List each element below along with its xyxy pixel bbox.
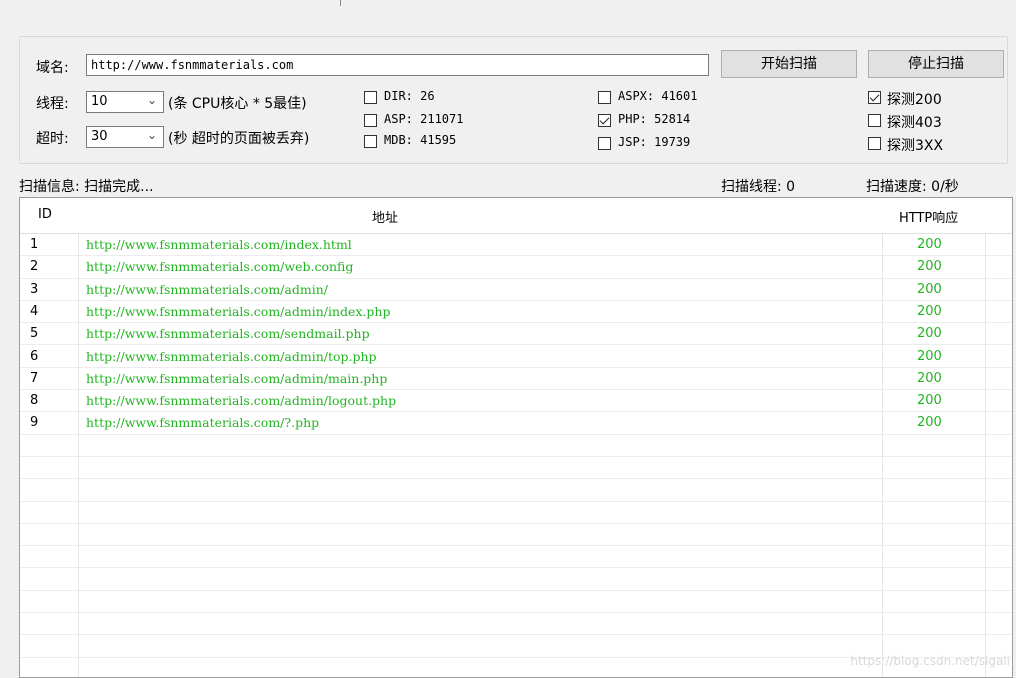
probe-200-checkbox[interactable] — [868, 91, 881, 104]
row-url: http://www.fsnmmaterials.com/?.php — [86, 415, 320, 431]
title-tick — [340, 0, 341, 6]
column-header-http[interactable]: HTTP响应 — [899, 207, 958, 226]
probe-403-checkbox[interactable] — [868, 114, 881, 127]
results-table[interactable]: ID 地址 HTTP响应 1 http://www.fsnmmaterials.c… — [19, 197, 1013, 678]
empty-row — [20, 546, 1012, 569]
column-header-url[interactable]: 地址 — [372, 207, 398, 226]
empty-row — [20, 569, 1012, 591]
row-url: http://www.fsnmmaterials.com/admin/index… — [86, 303, 391, 319]
row-http-code: 200 — [917, 348, 942, 364]
row-url: http://www.fsnmmaterials.com/admin/ — [86, 281, 328, 297]
row-url: http://www.fsnmmaterials.com/admin/main.… — [86, 370, 388, 386]
probe-3xx-label: 探测3XX — [887, 138, 944, 154]
dict-asp-checkbox[interactable] — [364, 114, 377, 127]
dict-aspx-label: ASPX: 41601 — [618, 89, 698, 103]
timeout-select[interactable]: 30 ⌄ — [86, 126, 164, 148]
table-row[interactable]: 2 http://www.fsnmmaterials.com/web.config… — [20, 256, 1012, 279]
empty-row — [20, 613, 1012, 636]
table-row[interactable]: 6 http://www.fsnmmaterials.com/admin/top.… — [20, 346, 1012, 368]
dict-aspx-checkbox[interactable] — [598, 91, 611, 104]
empty-row — [20, 502, 1012, 524]
row-id: 6 — [30, 348, 39, 364]
dict-dir-checkbox[interactable] — [364, 91, 377, 104]
threads-label: 线程: — [36, 96, 69, 112]
table-row[interactable]: 7 http://www.fsnmmaterials.com/admin/main… — [20, 368, 1012, 391]
threads-select[interactable]: 10 ⌄ — [86, 91, 164, 113]
threads-hint: (条 CPU核心 * 5最佳) — [168, 96, 307, 112]
scan-info-status: 扫描信息: 扫描完成... — [19, 179, 154, 195]
table-header: ID 地址 HTTP响应 — [20, 198, 1012, 234]
row-http-code: 200 — [917, 370, 942, 386]
row-id: 4 — [30, 303, 39, 319]
dict-php-checkbox[interactable] — [598, 114, 611, 127]
title-area — [0, 0, 1016, 10]
row-id: 8 — [30, 393, 39, 409]
probe-403-label: 探测403 — [887, 115, 942, 131]
column-header-id[interactable]: ID — [38, 207, 52, 222]
row-id: 3 — [30, 281, 39, 297]
empty-row — [20, 479, 1012, 502]
row-id: 1 — [30, 237, 39, 252]
row-http-code: 200 — [917, 415, 942, 431]
stop-scan-button[interactable]: 停止扫描 — [868, 50, 1004, 78]
dict-jsp-label: JSP: 19739 — [618, 135, 691, 149]
empty-row — [20, 435, 1012, 457]
threads-value: 10 — [91, 94, 108, 109]
dict-asp-label: ASP: 211071 — [384, 112, 464, 126]
start-scan-button[interactable]: 开始扫描 — [721, 50, 857, 78]
row-url: http://www.fsnmmaterials.com/admin/logou… — [86, 393, 397, 409]
dict-php-label: PHP: 52814 — [618, 112, 691, 126]
row-http-code: 200 — [917, 393, 942, 409]
timeout-label: 超时: — [36, 131, 69, 147]
row-http-code: 200 — [917, 303, 942, 319]
row-url: http://www.fsnmmaterials.com/web.config — [86, 259, 354, 275]
row-id: 7 — [30, 370, 39, 386]
timeout-hint: (秒 超时的页面被丢弃) — [168, 131, 310, 147]
table-row[interactable]: 8 http://www.fsnmmaterials.com/admin/logo… — [20, 390, 1012, 413]
row-id: 9 — [30, 415, 39, 431]
table-row[interactable]: 1 http://www.fsnmmaterials.com/index.html… — [20, 234, 1012, 257]
empty-row — [20, 591, 1012, 614]
scan-speed-status: 扫描速度: 0/秒 — [866, 179, 959, 195]
domain-input[interactable]: http://www.fsnmmaterials.com — [86, 54, 709, 76]
row-url: http://www.fsnmmaterials.com/sendmail.ph… — [86, 326, 370, 342]
table-row[interactable]: 9 http://www.fsnmmaterials.com/?.php 200 — [20, 412, 1012, 435]
probe-200-label: 探测200 — [887, 92, 942, 108]
dict-dir-label: DIR: 26 — [384, 89, 435, 103]
dict-mdb-label: MDB: 41595 — [384, 133, 457, 147]
chevron-down-icon: ⌄ — [146, 93, 157, 107]
domain-label: 域名: — [36, 60, 69, 76]
empty-row — [20, 457, 1012, 480]
row-http-code: 200 — [917, 326, 942, 342]
row-http-code: 200 — [917, 237, 942, 252]
empty-row — [20, 524, 1012, 547]
table-row[interactable]: 5 http://www.fsnmmaterials.com/sendmail.p… — [20, 323, 1012, 346]
dict-mdb-checkbox[interactable] — [364, 135, 377, 148]
chevron-down-icon: ⌄ — [146, 128, 157, 142]
table-row[interactable]: 3 http://www.fsnmmaterials.com/admin/200 — [20, 279, 1012, 301]
row-http-code: 200 — [917, 259, 942, 275]
row-id: 2 — [30, 259, 39, 275]
dict-jsp-checkbox[interactable] — [598, 137, 611, 150]
scan-threads-status: 扫描线程: 0 — [721, 179, 796, 195]
row-http-code: 200 — [917, 281, 942, 297]
table-row[interactable]: 4 http://www.fsnmmaterials.com/admin/inde… — [20, 301, 1012, 324]
row-url: http://www.fsnmmaterials.com/index.html — [86, 237, 352, 252]
watermark: https://blog.csdn.net/sigali — [850, 654, 1010, 668]
row-id: 5 — [30, 326, 39, 342]
row-url: http://www.fsnmmaterials.com/admin/top.p… — [86, 348, 377, 364]
timeout-value: 30 — [91, 129, 108, 144]
probe-3xx-checkbox[interactable] — [868, 137, 881, 150]
